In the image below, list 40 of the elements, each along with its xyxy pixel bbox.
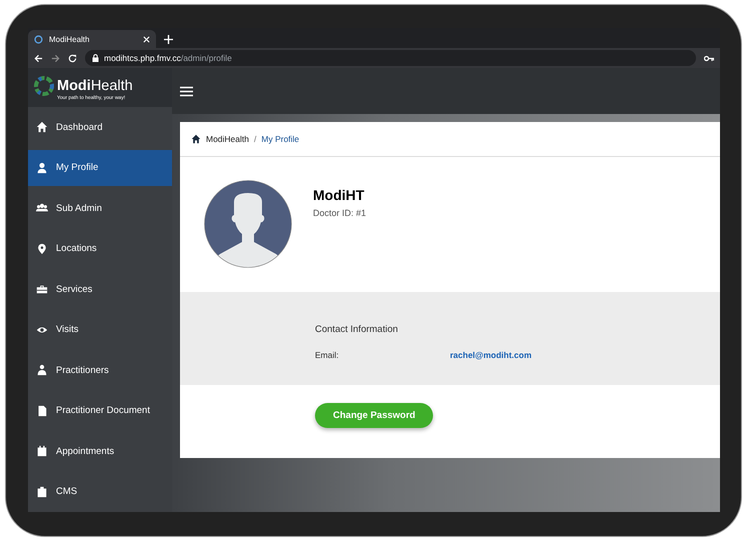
doctor-id: Doctor ID: #1 xyxy=(313,208,366,218)
profile-name: ModiHT xyxy=(313,187,366,203)
toolbox-icon xyxy=(36,283,48,296)
sidebar-item[interactable]: Appointments xyxy=(28,431,172,472)
address-bar[interactable]: modihtcs.php.fmv.cc/admin/profile xyxy=(85,50,696,66)
map-pin-icon xyxy=(36,242,48,255)
sidebar-item[interactable]: Dashboard xyxy=(28,107,172,148)
sidebar-item[interactable]: Visits xyxy=(28,310,172,350)
breadcrumb-current: My Profile xyxy=(261,134,300,144)
sidebar-item[interactable]: Practitioner Document xyxy=(28,390,172,431)
sidebar-item[interactable]: Locations xyxy=(28,228,172,269)
key-icon[interactable] xyxy=(704,54,714,62)
lock-icon xyxy=(92,54,99,62)
forward-icon[interactable] xyxy=(51,54,60,62)
avatar-icon xyxy=(204,180,292,268)
section-heading: Contact Information xyxy=(315,324,399,335)
users-icon xyxy=(36,202,48,214)
ring-logo-icon xyxy=(33,74,55,96)
menu-icon[interactable] xyxy=(180,86,193,96)
sidebar-item[interactable]: Sub Admin xyxy=(28,188,172,228)
sidebar-item[interactable]: Services xyxy=(28,269,172,310)
sidebar-item[interactable]: CMS xyxy=(28,472,172,512)
home-icon xyxy=(36,121,48,134)
reload-icon[interactable] xyxy=(68,54,77,62)
document-icon xyxy=(36,404,48,417)
calendar-icon xyxy=(36,445,48,458)
new-tab-icon[interactable] xyxy=(164,35,173,44)
breadcrumb-link[interactable]: ModiHealth xyxy=(206,134,249,144)
sidebar-item[interactable]: My Profile xyxy=(28,150,172,186)
sidebar-item[interactable]: Practitioners xyxy=(28,350,172,390)
breadcrumb-separator: / xyxy=(254,134,256,144)
clipboard-icon xyxy=(36,486,48,498)
field-label: Email: xyxy=(315,350,340,360)
user-icon xyxy=(36,162,48,174)
brand-name: ModiHealth xyxy=(57,78,133,94)
email-link[interactable]: rachel@modiht.com xyxy=(450,350,532,360)
back-icon[interactable] xyxy=(34,54,43,62)
home-icon xyxy=(191,134,201,144)
browser-tab[interactable]: ModiHealth xyxy=(28,30,156,48)
close-icon[interactable] xyxy=(143,36,150,42)
